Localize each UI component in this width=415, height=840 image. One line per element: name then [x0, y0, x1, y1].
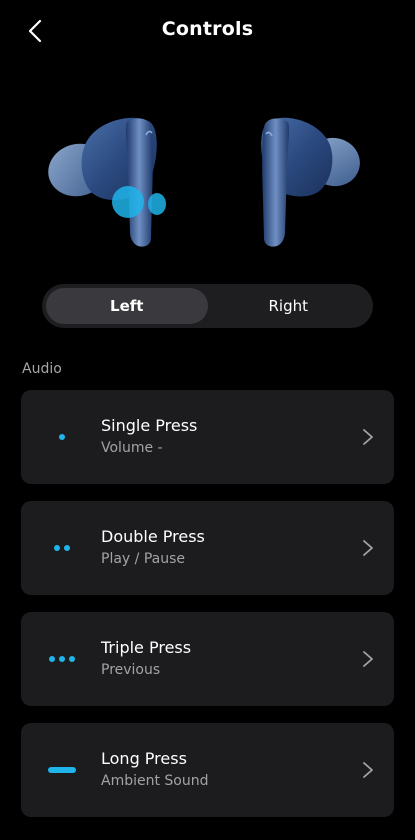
tab-left[interactable]: Left	[46, 288, 208, 324]
control-name: Triple Press	[101, 638, 192, 657]
chevron-right-icon	[363, 762, 373, 778]
control-single-press[interactable]: Single Press Volume -	[21, 390, 394, 484]
left-earbud	[48, 117, 166, 247]
control-long-press[interactable]: Long Press Ambient Sound	[21, 723, 394, 817]
triple-dot-icon	[47, 612, 77, 706]
control-value: Previous	[101, 662, 161, 678]
chevron-right-icon	[363, 651, 373, 667]
double-dot-icon	[47, 501, 77, 595]
long-bar-icon	[47, 723, 77, 817]
control-name: Double Press	[101, 527, 205, 546]
side-toggle: Left Right	[42, 284, 373, 328]
right-earbud	[261, 117, 360, 247]
earbuds-illustration	[0, 100, 415, 260]
control-name: Long Press	[101, 749, 187, 768]
page-title: Controls	[161, 18, 254, 40]
control-double-press[interactable]: Double Press Play / Pause	[21, 501, 394, 595]
single-dot-icon	[47, 390, 77, 484]
control-value: Play / Pause	[101, 551, 185, 567]
tab-right[interactable]: Right	[208, 288, 370, 324]
section-label-audio: Audio	[22, 361, 62, 377]
control-value: Ambient Sound	[101, 773, 209, 789]
control-triple-press[interactable]: Triple Press Previous	[21, 612, 394, 706]
control-value: Volume -	[101, 440, 163, 456]
touch-indicator	[112, 186, 144, 218]
control-name: Single Press	[101, 416, 198, 435]
header: Controls	[0, 0, 415, 62]
chevron-right-icon	[363, 540, 373, 556]
chevron-right-icon	[363, 429, 373, 445]
